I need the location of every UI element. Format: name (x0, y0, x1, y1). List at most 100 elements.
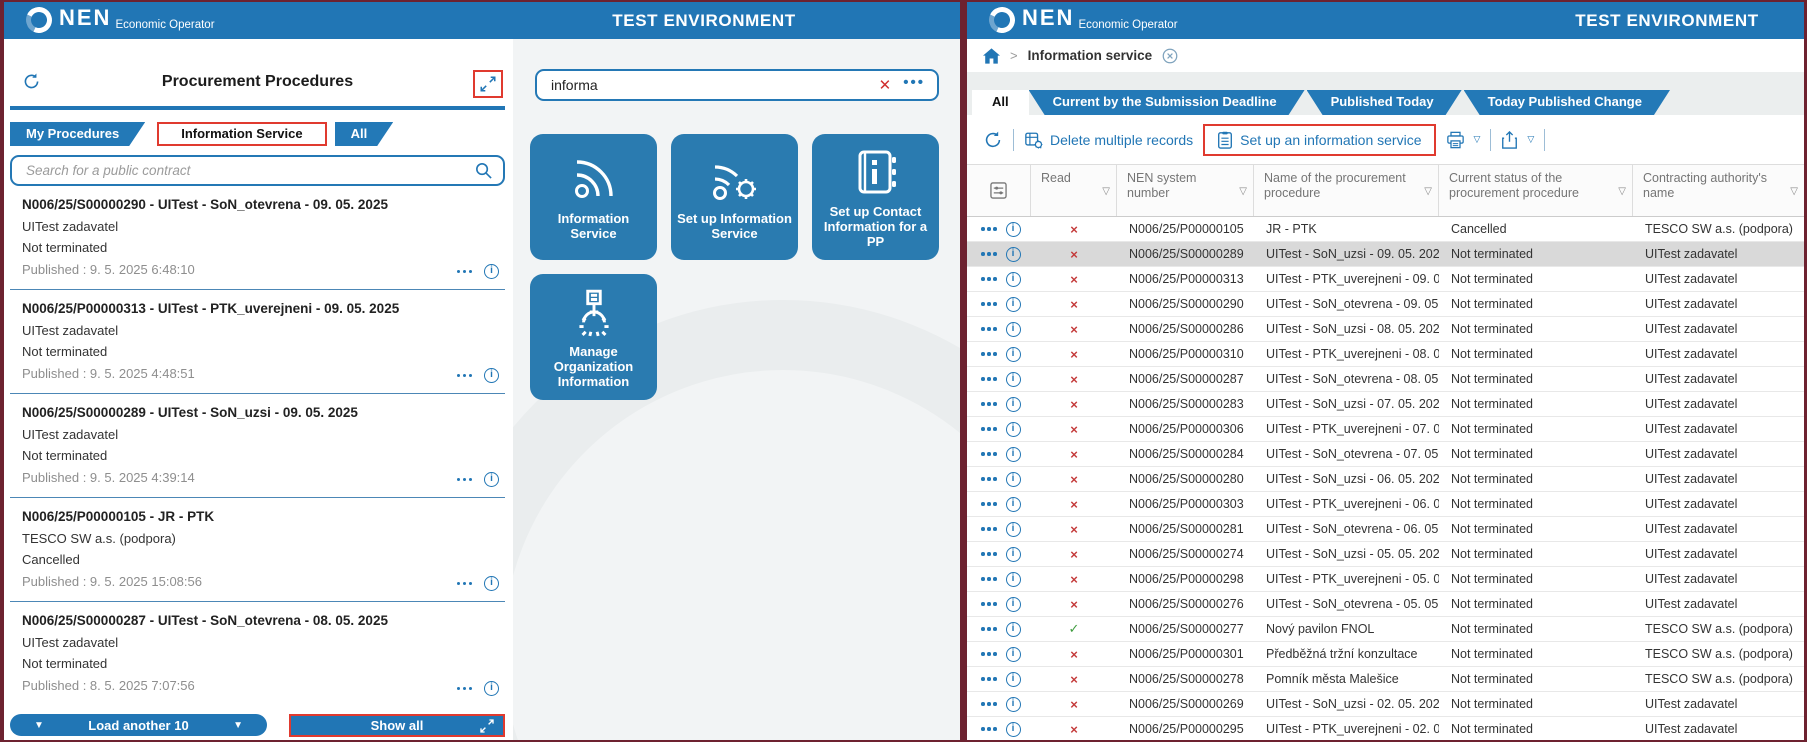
table-row[interactable]: i×N006/25/P00000303UITest - PTK_uverejne… (967, 492, 1804, 517)
tile-set-up-contact-information-for-a-pp[interactable]: Set up Contact Information for a PP (812, 134, 939, 260)
table-row[interactable]: i×N006/25/S00000290UITest - SoN_otevrena… (967, 292, 1804, 317)
expand-panel-button[interactable] (473, 70, 503, 98)
info-icon[interactable]: i (1006, 447, 1021, 462)
table-row[interactable]: i×N006/25/S00000269UITest - SoN_uzsi - 0… (967, 692, 1804, 717)
info-icon[interactable]: i (1006, 422, 1021, 437)
print-button[interactable]: ▽ (1446, 131, 1481, 149)
table-row[interactable]: i×N006/25/S00000281UITest - SoN_otevrena… (967, 517, 1804, 542)
row-menu-icon[interactable] (981, 327, 997, 331)
info-icon[interactable]: i (484, 472, 499, 487)
row-menu-icon[interactable] (981, 727, 997, 731)
info-icon[interactable]: i (1006, 572, 1021, 587)
search-icon[interactable] (474, 161, 493, 180)
table-row[interactable]: i×N006/25/P00000105JR - PTKCancelledTESC… (967, 217, 1804, 242)
info-icon[interactable]: i (1006, 672, 1021, 687)
info-icon[interactable]: i (1006, 547, 1021, 562)
setup-information-service-button[interactable]: Set up an information service (1203, 124, 1435, 156)
tile-information-service[interactable]: Information Service (530, 134, 657, 260)
info-icon[interactable]: i (1006, 697, 1021, 712)
row-menu-icon[interactable] (981, 527, 997, 531)
row-menu-icon[interactable] (981, 227, 997, 231)
row-menu-icon[interactable] (457, 687, 473, 691)
tab-published-today[interactable]: Published Today (1307, 90, 1462, 115)
table-row[interactable]: i×N006/25/P00000313UITest - PTK_uverejne… (967, 267, 1804, 292)
filter-icon[interactable]: ▽ (1102, 184, 1112, 199)
row-menu-icon[interactable] (457, 478, 473, 482)
row-menu-icon[interactable] (457, 374, 473, 378)
filter-icon[interactable]: ▽ (1790, 184, 1800, 199)
launcher-search-input[interactable] (537, 77, 869, 93)
procedure-list-item[interactable]: N006/25/P00000313 - UITest - PTK_uverejn… (10, 290, 505, 394)
row-menu-icon[interactable] (981, 577, 997, 581)
row-menu-icon[interactable] (981, 652, 997, 656)
info-icon[interactable]: i (1006, 247, 1021, 262)
procedure-list-item[interactable]: N006/25/S00000290 - UITest - SoN_otevren… (10, 186, 505, 290)
tab-all[interactable]: All (972, 90, 1029, 115)
tab-information-service[interactable]: Information Service (157, 122, 326, 146)
clear-search-icon[interactable]: ✕ (869, 76, 902, 94)
info-icon[interactable]: i (484, 681, 499, 696)
export-button[interactable]: ▽ (1501, 131, 1534, 149)
show-all-button[interactable]: Show all (289, 714, 505, 737)
info-icon[interactable]: i (1006, 522, 1021, 537)
column-header[interactable]: Contracting authority's name▽ (1633, 165, 1804, 216)
filter-icon[interactable]: ▽ (1424, 184, 1434, 199)
info-icon[interactable]: i (1006, 297, 1021, 312)
info-icon[interactable]: i (1006, 222, 1021, 237)
table-row[interactable]: i✓N006/25/S00000277Nový pavilon FNOLNot … (967, 617, 1804, 642)
column-header[interactable]: NEN system number▽ (1117, 165, 1254, 216)
info-icon[interactable]: i (484, 576, 499, 591)
row-menu-icon[interactable] (981, 627, 997, 631)
table-row[interactable]: i×N006/25/P00000310UITest - PTK_uverejne… (967, 342, 1804, 367)
column-settings-button[interactable] (967, 165, 1031, 216)
refresh-button[interactable] (22, 72, 41, 91)
row-menu-icon[interactable] (457, 582, 473, 586)
column-header[interactable]: Read▽ (1031, 165, 1117, 216)
tile-set-up-information-service[interactable]: Set up Information Service (671, 134, 798, 260)
info-icon[interactable]: i (1006, 397, 1021, 412)
procedure-list-item[interactable]: N006/25/S00000287 - UITest - SoN_otevren… (10, 602, 505, 706)
info-icon[interactable]: i (484, 264, 499, 279)
table-row[interactable]: i×N006/25/P00000306UITest - PTK_uverejne… (967, 417, 1804, 442)
delete-multiple-records-button[interactable]: Delete multiple records (1024, 131, 1193, 149)
info-icon[interactable]: i (1006, 322, 1021, 337)
row-menu-icon[interactable] (981, 452, 997, 456)
row-menu-icon[interactable] (981, 702, 997, 706)
row-menu-icon[interactable] (457, 270, 473, 274)
row-menu-icon[interactable] (981, 252, 997, 256)
table-row[interactable]: i×N006/25/S00000274UITest - SoN_uzsi - 0… (967, 542, 1804, 567)
table-row[interactable]: i×N006/25/S00000278Pomník města Malešice… (967, 667, 1804, 692)
row-menu-icon[interactable] (981, 502, 997, 506)
info-icon[interactable]: i (1006, 622, 1021, 637)
row-menu-icon[interactable] (981, 677, 997, 681)
column-header[interactable]: Current status of the procurement proced… (1439, 165, 1633, 216)
row-menu-icon[interactable] (981, 277, 997, 281)
procedure-list-item[interactable]: N006/25/S00000289 - UITest - SoN_uzsi - … (10, 394, 505, 498)
table-row[interactable]: i×N006/25/P00000301Předběžná tržní konzu… (967, 642, 1804, 667)
close-breadcrumb-icon[interactable] (1162, 48, 1178, 64)
table-row[interactable]: i×N006/25/P00000295UITest - PTK_uverejne… (967, 717, 1804, 742)
tab-my-procedures[interactable]: My Procedures (10, 122, 145, 146)
refresh-button[interactable] (983, 130, 1003, 150)
info-icon[interactable]: i (1006, 722, 1021, 737)
tab-today-published-change[interactable]: Today Published Change (1464, 90, 1670, 115)
info-icon[interactable]: i (1006, 347, 1021, 362)
row-menu-icon[interactable] (981, 477, 997, 481)
info-icon[interactable]: i (1006, 647, 1021, 662)
info-icon[interactable]: i (1006, 597, 1021, 612)
table-row[interactable]: i×N006/25/S00000280UITest - SoN_uzsi - 0… (967, 467, 1804, 492)
table-row[interactable]: i×N006/25/S00000287UITest - SoN_otevrena… (967, 367, 1804, 392)
search-options-icon[interactable]: ••• (901, 74, 937, 97)
tab-current-by-the-submission-deadline[interactable]: Current by the Submission Deadline (1029, 90, 1305, 115)
filter-icon[interactable]: ▽ (1618, 184, 1628, 199)
tile-manage-organization-information[interactable]: Manage Organization Information (530, 274, 657, 400)
info-icon[interactable]: i (1006, 472, 1021, 487)
filter-icon[interactable]: ▽ (1239, 184, 1249, 199)
info-icon[interactable]: i (1006, 272, 1021, 287)
info-icon[interactable]: i (484, 368, 499, 383)
info-icon[interactable]: i (1006, 372, 1021, 387)
row-menu-icon[interactable] (981, 402, 997, 406)
column-header[interactable]: Name of the procurement procedure▽ (1254, 165, 1439, 216)
table-row[interactable]: i×N006/25/S00000289UITest - SoN_uzsi - 0… (967, 242, 1804, 267)
table-row[interactable]: i×N006/25/P00000298UITest - PTK_uverejne… (967, 567, 1804, 592)
